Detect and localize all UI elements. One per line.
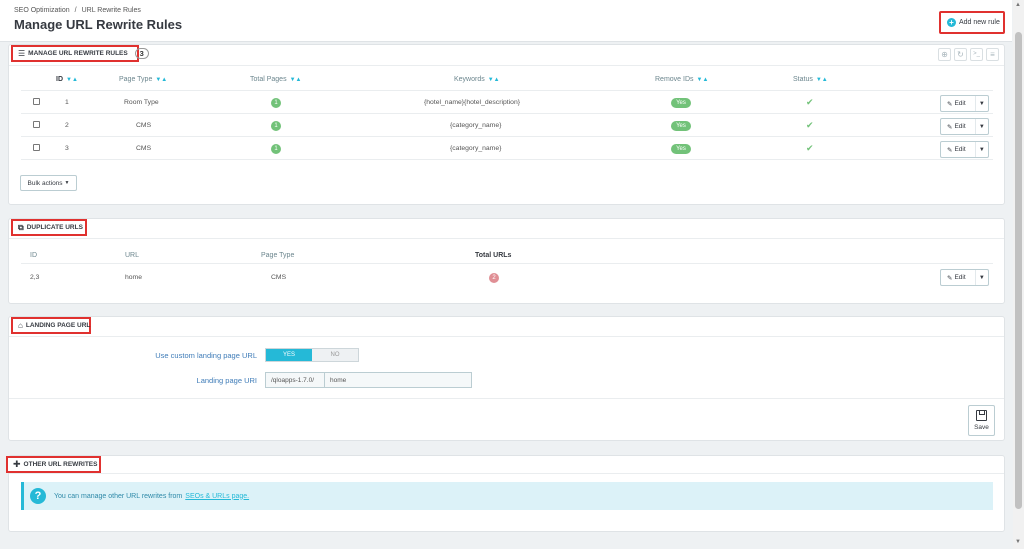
- refresh-icon[interactable]: ↻: [954, 48, 967, 61]
- col-remove-ids[interactable]: Remove IDs ▼▲: [655, 76, 708, 83]
- sql-query-icon[interactable]: >_: [970, 48, 983, 61]
- caret-down-icon[interactable]: ▼: [974, 270, 988, 285]
- status-check-icon[interactable]: ✔: [806, 120, 814, 131]
- info-alert: ? You can manage other URL rewrites from…: [21, 482, 993, 510]
- other-rewrites-heading: ✚ Other URL Rewrites: [6, 456, 101, 473]
- remove-ids-badge: Yes: [671, 144, 691, 154]
- add-new-rule-button[interactable]: + Add new rule: [939, 11, 1005, 34]
- duplicate-urls-heading: ⧉ Duplicate URLs: [11, 219, 87, 236]
- total-urls-badge: 2: [489, 273, 499, 283]
- total-pages-badge: 1: [271, 144, 281, 154]
- bulk-actions-button[interactable]: Bulk actions ▼: [20, 175, 77, 191]
- col-url: URL: [125, 252, 140, 259]
- list-icon: ☰: [18, 49, 26, 58]
- landing-uri-input[interactable]: home: [325, 373, 471, 387]
- row-checkbox[interactable]: [33, 98, 40, 105]
- row-checkbox[interactable]: [33, 121, 40, 128]
- caret-down-icon: ▼: [64, 180, 70, 186]
- col-page-type: Page Type: [261, 252, 295, 259]
- scroll-up-icon[interactable]: ▲: [1015, 2, 1021, 8]
- toggle-no[interactable]: NO: [312, 349, 358, 361]
- other-rewrites-panel: ✚ Other URL Rewrites ? You can manage ot…: [6, 455, 1005, 532]
- floppy-disk-icon: [976, 410, 987, 421]
- row-checkbox[interactable]: [33, 144, 40, 151]
- scrollbar-thumb[interactable]: [1015, 32, 1022, 509]
- col-keywords[interactable]: Keywords ▼▲: [454, 76, 500, 83]
- rules-panel: ☰ Manage URL Rewrite Rules 3 ⊕ ↻ >_ ≡ ID…: [8, 44, 1005, 205]
- page-title: Manage URL Rewrite Rules: [14, 17, 183, 32]
- total-pages-badge: 1: [271, 98, 281, 108]
- col-total-urls: Total URLs: [475, 252, 512, 259]
- edit-button[interactable]: ✎ Edit ▼: [940, 269, 989, 286]
- landing-page-panel: ⌂ Landing Page URL Use custom landing pa…: [8, 316, 1005, 441]
- page-header: SEO Optimization / URL Rewrite Rules Manag…: [0, 0, 1012, 42]
- caret-down-icon[interactable]: ▼: [974, 119, 988, 134]
- question-icon: ?: [30, 488, 46, 504]
- toggle-yes[interactable]: YES: [266, 349, 312, 361]
- col-total-pages[interactable]: Total Pages ▼▲: [250, 76, 301, 83]
- custom-landing-label: Use custom landing page URL: [155, 351, 257, 360]
- breadcrumb-seo[interactable]: SEO Optimization: [14, 7, 70, 14]
- pencil-icon: ✎: [947, 100, 953, 108]
- breadcrumb-url-rewrite: URL Rewrite Rules: [81, 7, 141, 14]
- breadcrumb: SEO Optimization / URL Rewrite Rules: [14, 7, 141, 14]
- plus-icon: ✚: [13, 459, 21, 469]
- col-page-type[interactable]: Page Type ▼▲: [119, 76, 167, 83]
- plus-circle-icon: +: [947, 18, 956, 27]
- caret-down-icon[interactable]: ▼: [974, 142, 988, 157]
- status-check-icon[interactable]: ✔: [806, 143, 814, 154]
- total-pages-badge: 1: [271, 121, 281, 131]
- rules-panel-heading: ☰ Manage URL Rewrite Rules 3: [11, 45, 149, 62]
- landing-page-heading: ⌂ Landing Page URL: [11, 317, 91, 334]
- col-status[interactable]: Status ▼▲: [793, 76, 828, 83]
- pencil-icon: ✎: [947, 274, 953, 282]
- remove-ids-badge: Yes: [671, 121, 691, 131]
- landing-uri-label: Landing page URI: [196, 376, 257, 385]
- status-check-icon[interactable]: ✔: [806, 97, 814, 108]
- scroll-down-icon[interactable]: ▼: [1015, 539, 1021, 545]
- seo-urls-link[interactable]: SEOs & URLs page.: [185, 493, 249, 500]
- edit-button[interactable]: ✎ Edit ▼: [940, 141, 989, 158]
- pencil-icon: ✎: [947, 123, 953, 131]
- duplicate-urls-panel: ⧉ Duplicate URLs ID URL Page Type Total …: [8, 218, 1005, 304]
- uri-prefix: /qloapps-1.7.0/: [266, 373, 325, 387]
- page-scrollbar[interactable]: ▲ ▼: [1013, 0, 1024, 549]
- pencil-icon: ✎: [947, 146, 953, 154]
- caret-down-icon[interactable]: ▼: [974, 96, 988, 111]
- add-icon[interactable]: ⊕: [938, 48, 951, 61]
- database-icon[interactable]: ≡: [986, 48, 999, 61]
- home-icon: ⌂: [18, 321, 23, 330]
- col-id[interactable]: ID ▼▲: [56, 76, 78, 83]
- edit-button[interactable]: ✎ Edit ▼: [940, 95, 989, 112]
- col-id: ID: [30, 252, 37, 259]
- rules-count-badge: 3: [134, 48, 149, 59]
- landing-uri-field[interactable]: /qloapps-1.7.0/ home: [265, 372, 472, 388]
- remove-ids-badge: Yes: [671, 98, 691, 108]
- custom-landing-toggle[interactable]: YES NO: [265, 348, 359, 362]
- edit-button[interactable]: ✎ Edit ▼: [940, 118, 989, 135]
- save-button[interactable]: Save: [968, 405, 995, 436]
- copy-icon: ⧉: [18, 222, 24, 232]
